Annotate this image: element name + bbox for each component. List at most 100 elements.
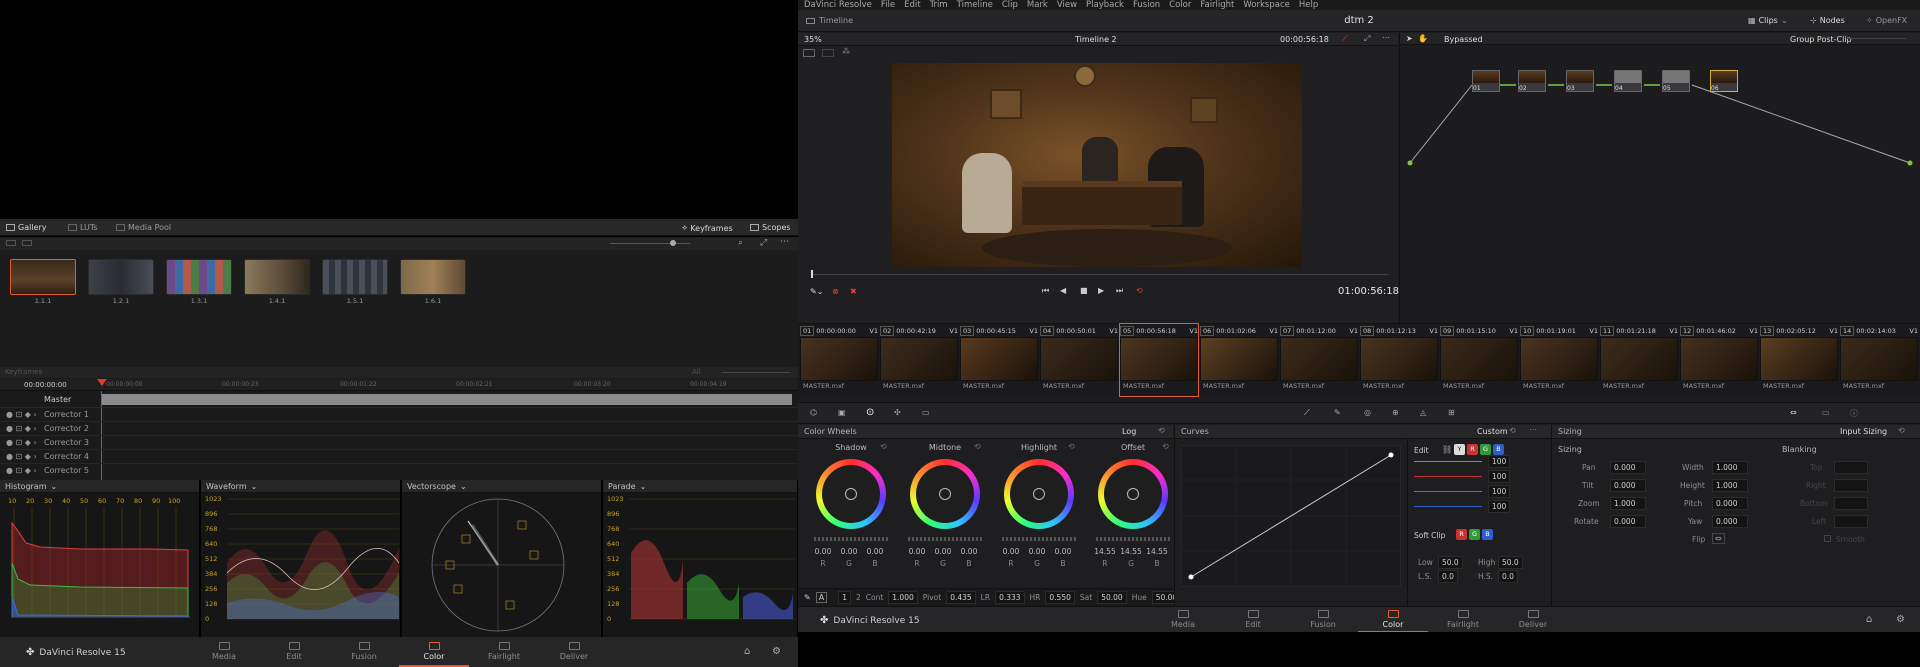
soft-clip-red-button[interactable]: R <box>1456 529 1467 540</box>
blue-slider[interactable] <box>1414 506 1482 507</box>
color-wheel[interactable] <box>816 459 886 529</box>
bypass-icon[interactable]: ⟋ <box>1342 34 1348 44</box>
zoom-slider[interactable] <box>610 243 690 244</box>
menu-item[interactable]: Edit <box>904 0 920 10</box>
split-icon[interactable] <box>822 49 834 57</box>
keyframe-filter-dropdown[interactable]: All <box>692 368 701 376</box>
page-edit-button[interactable]: Edit <box>1218 610 1288 629</box>
menu-item[interactable]: Clip <box>1002 0 1018 10</box>
link-icon[interactable]: ⛓ <box>1442 445 1452 454</box>
track-controls-icon[interactable]: ● ⊡ ◆ › <box>6 410 37 419</box>
viewer-scrubber[interactable] <box>812 274 1388 275</box>
clip-thumbnail[interactable]: 01 00:00:00:00 V1 MASTER.mxf <box>800 324 878 396</box>
more-options-icon[interactable]: ⋯ <box>1529 425 1537 434</box>
clip-thumbnail[interactable]: 08 00:01:12:13 V1 MASTER.mxf <box>1360 324 1438 396</box>
node-zoom-slider[interactable] <box>1846 38 1906 39</box>
page-edit-button[interactable]: Edit <box>259 642 329 661</box>
more-options-icon[interactable]: ⋯ <box>780 237 789 247</box>
clip-thumbnail[interactable]: 03 00:00:45:15 V1 MASTER.mxf <box>960 324 1038 396</box>
wheel-value[interactable]: 0.00 <box>906 547 928 556</box>
master-wheel[interactable] <box>1002 537 1076 541</box>
loop-icon[interactable]: ⟲ <box>1136 286 1143 295</box>
skip-forward-icon[interactable]: ⏭ <box>1116 286 1123 296</box>
skip-back-icon[interactable]: ⏮ <box>1042 286 1049 296</box>
green-channel-button[interactable]: G <box>1480 444 1491 455</box>
reset-icon[interactable]: ⟲ <box>1068 442 1075 451</box>
clip-thumbnail[interactable]: 09 00:01:15:10 V1 MASTER.mxf <box>1440 324 1518 396</box>
reset-icon[interactable]: ⟲ <box>1509 426 1516 435</box>
page-color-button[interactable]: Color <box>399 642 469 667</box>
y-slider[interactable] <box>1414 461 1482 462</box>
clip-thumbnail[interactable]: 11 00:01:21:18 V1 MASTER.mxf <box>1600 324 1678 396</box>
still-thumbnail[interactable] <box>400 259 466 295</box>
wheel-value[interactable]: 14.55 <box>1120 547 1142 556</box>
color-wheel[interactable] <box>910 459 980 529</box>
node-04[interactable]: 04 <box>1614 70 1642 92</box>
tab-keyframes[interactable]: ⟡ Keyframes <box>682 223 733 233</box>
tab-scopes[interactable]: Scopes <box>750 223 791 232</box>
rgb-mixer-icon[interactable]: ✣ <box>894 408 901 417</box>
still-thumbnail[interactable] <box>88 259 154 295</box>
red-slider[interactable] <box>1414 476 1482 477</box>
soft-clip-blue-button[interactable]: B <box>1482 529 1493 540</box>
home-icon[interactable]: ⌂ <box>744 646 750 657</box>
viewer-mode-icon[interactable] <box>803 49 815 57</box>
pan-field[interactable]: 0.000 <box>1610 461 1646 474</box>
timeline-selector[interactable]: Timeline 2 <box>1075 35 1117 44</box>
menu-item[interactable]: File <box>881 0 895 10</box>
rotate-field[interactable]: 0.000 <box>1610 515 1646 528</box>
qualifier-icon[interactable]: ✎ <box>1334 408 1341 417</box>
track-controls-icon[interactable]: ● ⊡ ◆ › <box>6 452 37 461</box>
more-options-icon[interactable]: ⋯ <box>1382 33 1390 42</box>
gear-icon[interactable]: ⚙ <box>772 646 781 657</box>
wheel-crosshair[interactable] <box>1033 488 1045 500</box>
ls-field[interactable]: 0.0 <box>1438 570 1458 583</box>
tab-luts[interactable]: LUTs <box>68 223 98 232</box>
track-controls-icon[interactable]: ● ⊡ ◆ › <box>6 424 37 433</box>
page-2-button[interactable]: 2 <box>856 593 861 602</box>
reset-icon[interactable]: ⟲ <box>880 442 887 451</box>
sizing-icon[interactable]: ⇔ <box>1790 408 1797 417</box>
track-row[interactable]: ● ⊡ ◆ › Corrector 4 <box>0 449 798 461</box>
flip-icon[interactable]: ⇔ <box>1712 533 1725 544</box>
tilt-field[interactable]: 0.000 <box>1610 479 1646 492</box>
wheel-crosshair[interactable] <box>1127 488 1139 500</box>
clip-thumbnail[interactable]: 07 00:01:12:00 V1 MASTER.mxf <box>1280 324 1358 396</box>
wheel-value[interactable]: 0.00 <box>812 547 834 556</box>
histogram-header[interactable]: Histogram ⌄ <box>0 480 199 493</box>
blanking-right-field[interactable] <box>1834 479 1868 492</box>
info-icon[interactable]: ⓘ <box>1850 408 1858 419</box>
play-icon[interactable]: ▶ <box>1098 286 1104 295</box>
page-fairlight-button[interactable]: Fairlight <box>469 642 539 661</box>
still-thumbnail[interactable] <box>166 259 232 295</box>
wheel-value[interactable]: 0.00 <box>1000 547 1022 556</box>
green-slider[interactable] <box>1414 491 1482 492</box>
window-icon[interactable]: ◎ <box>1364 408 1371 417</box>
contrast-field[interactable]: 1.000 <box>888 591 918 604</box>
page-deliver-button[interactable]: Deliver <box>539 642 609 661</box>
page-color-button[interactable]: Color <box>1358 610 1428 633</box>
blanking-bottom-field[interactable] <box>1834 497 1868 510</box>
menu-item[interactable]: View <box>1057 0 1077 10</box>
expand-icon[interactable]: ⤢ <box>760 238 767 248</box>
still-thumbnail[interactable] <box>10 259 76 295</box>
master-wheel[interactable] <box>814 537 888 541</box>
lr-field[interactable]: 0.333 <box>995 591 1025 604</box>
y-value-field[interactable]: 100 <box>1488 455 1511 468</box>
pivot-field[interactable]: 0.435 <box>946 591 976 604</box>
wheel-value[interactable]: 0.00 <box>1026 547 1048 556</box>
high-field[interactable]: 50.0 <box>1498 556 1523 569</box>
hand-icon[interactable]: ✋ <box>1418 34 1428 43</box>
waveform-header[interactable]: Waveform ⌄ <box>201 480 400 493</box>
curves-mode-dropdown[interactable]: Custom <box>1477 427 1508 436</box>
menu-item[interactable]: Help <box>1299 0 1318 10</box>
pointer-icon[interactable]: ➤ <box>1406 34 1413 43</box>
reset-icon[interactable]: ⟲ <box>974 442 981 451</box>
menu-item[interactable]: Workspace <box>1243 0 1289 10</box>
color-wheel[interactable] <box>1004 459 1074 529</box>
width-field[interactable]: 1.000 <box>1712 461 1748 474</box>
vectorscope-header[interactable]: Vectorscope ⌄ <box>402 480 601 493</box>
still-thumbnail[interactable] <box>322 259 388 295</box>
menu-item[interactable]: Timeline <box>957 0 993 10</box>
menu-item[interactable]: Playback <box>1086 0 1124 10</box>
